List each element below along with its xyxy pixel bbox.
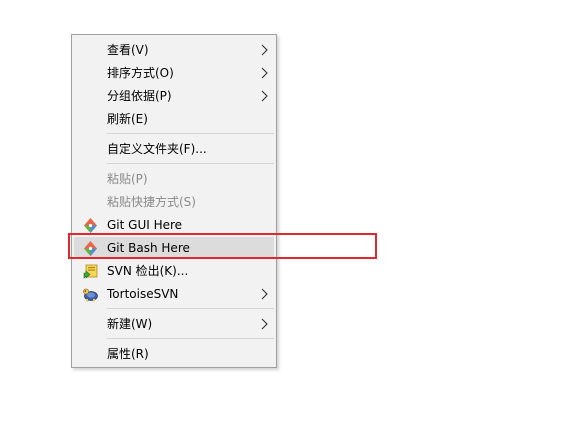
desktop-background[interactable]: 查看(V) 排序方式(O) 分组依据(P) 刷新(E) 自定义文件夹(F)...… bbox=[0, 0, 566, 442]
menu-item-label: Git GUI Here bbox=[107, 218, 183, 232]
menu-item-group-by[interactable]: 分组依据(P) bbox=[74, 85, 274, 107]
chevron-right-icon bbox=[261, 318, 268, 330]
menu-item-label: 粘贴(P) bbox=[107, 172, 148, 186]
menu-item-svn-checkout[interactable]: SVN 检出(K)... bbox=[74, 260, 274, 282]
menu-item-label: SVN 检出(K)... bbox=[107, 264, 189, 278]
menu-item-label: 新建(W) bbox=[107, 317, 153, 331]
menu-item-label: 属性(R) bbox=[107, 347, 149, 361]
menu-item-label: 查看(V) bbox=[107, 43, 149, 57]
menu-item-paste: 粘贴(P) bbox=[74, 168, 274, 190]
menu-item-tortoisesvn[interactable]: TortoiseSVN bbox=[74, 283, 274, 305]
menu-item-new[interactable]: 新建(W) bbox=[74, 313, 274, 335]
chevron-right-icon bbox=[261, 44, 268, 56]
menu-item-label: 分组依据(P) bbox=[107, 89, 172, 103]
menu-item-label: 排序方式(O) bbox=[107, 66, 174, 80]
menu-separator bbox=[107, 338, 274, 339]
chevron-right-icon bbox=[261, 288, 268, 300]
annotation-highlight-box bbox=[68, 233, 377, 259]
context-menu: 查看(V) 排序方式(O) 分组依据(P) 刷新(E) 自定义文件夹(F)...… bbox=[71, 34, 277, 368]
menu-item-view[interactable]: 查看(V) bbox=[74, 39, 274, 61]
menu-separator bbox=[107, 308, 274, 309]
menu-item-customize-folder[interactable]: 自定义文件夹(F)... bbox=[74, 138, 274, 160]
menu-separator bbox=[107, 163, 274, 164]
menu-item-label: 粘贴快捷方式(S) bbox=[107, 195, 196, 209]
menu-separator bbox=[107, 133, 274, 134]
git-icon bbox=[84, 218, 97, 233]
menu-item-label: 自定义文件夹(F)... bbox=[107, 142, 207, 156]
menu-item-refresh[interactable]: 刷新(E) bbox=[74, 108, 274, 130]
menu-item-paste-shortcut: 粘贴快捷方式(S) bbox=[74, 191, 274, 213]
menu-item-properties[interactable]: 属性(R) bbox=[74, 343, 274, 365]
menu-item-sort-by[interactable]: 排序方式(O) bbox=[74, 62, 274, 84]
svn-checkout-icon bbox=[83, 264, 98, 279]
menu-item-label: 刷新(E) bbox=[107, 112, 148, 126]
menu-item-label: TortoiseSVN bbox=[107, 287, 179, 301]
chevron-right-icon bbox=[261, 90, 268, 102]
tortoisesvn-icon bbox=[83, 288, 98, 302]
chevron-right-icon bbox=[261, 67, 268, 79]
